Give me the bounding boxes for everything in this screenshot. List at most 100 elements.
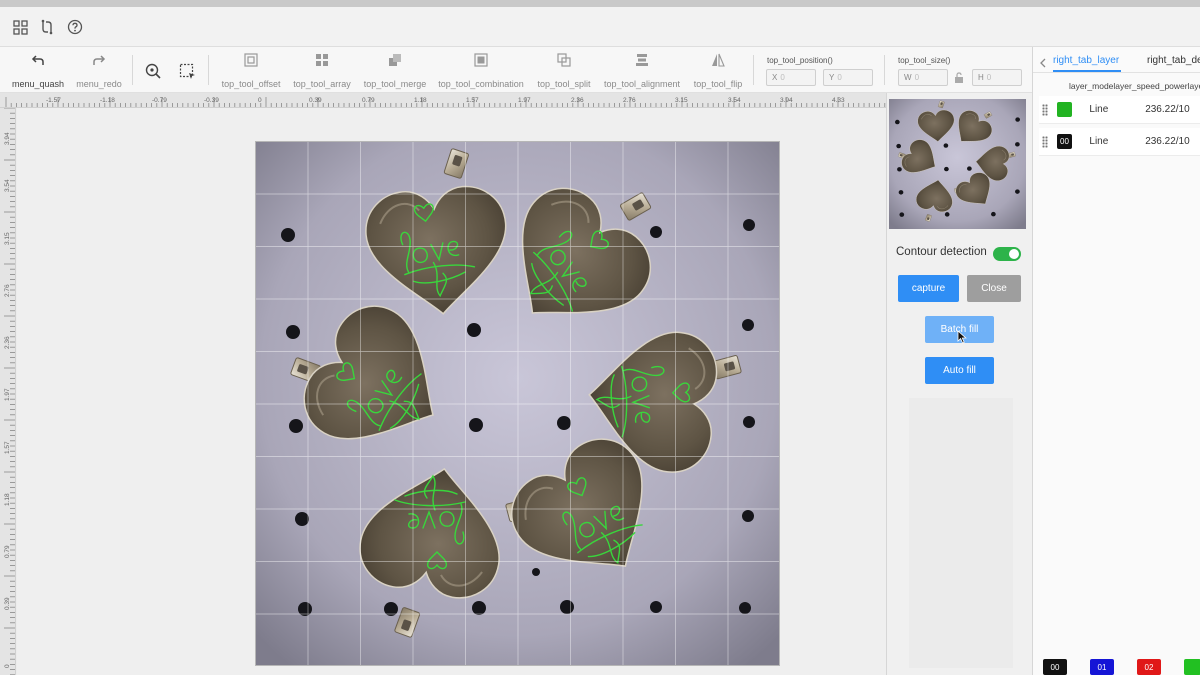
layer-row[interactable]: 00 Line 236.22/10 (1039, 128, 1200, 156)
window-top-strip (0, 0, 1200, 7)
vertical-ruler: 3.94 3.54 3.15 2.76 2.36 1.97 1.57 1.18 … (0, 108, 16, 675)
position-x-label: X (772, 73, 778, 82)
fill-options-area (909, 398, 1013, 668)
position-y-label: Y (829, 73, 835, 82)
chevron-left-icon[interactable] (1040, 55, 1046, 73)
contour-detection-label: Contour detection (896, 246, 987, 258)
layer-row[interactable]: Line 236.22/10 (1039, 96, 1200, 124)
position-y-input[interactable]: Y0 (823, 69, 873, 86)
toolbar-divider (753, 55, 754, 85)
drag-handle-icon[interactable] (1042, 103, 1048, 116)
ruler-tick-label: 0.79 (4, 545, 11, 558)
layer-speed-power: 236.22/10 (1145, 104, 1190, 115)
zoom-icon (145, 63, 161, 79)
size-h-value: 0 (986, 73, 992, 82)
flip-icon (712, 53, 725, 67)
combination-button[interactable]: top_tool_combination (438, 53, 524, 89)
split-button[interactable]: top_tool_split (537, 53, 591, 89)
layer-color-swatch[interactable]: 00 (1056, 134, 1073, 149)
merge-label: top_tool_merge (363, 79, 427, 89)
offset-button[interactable]: top_tool_offset (222, 53, 280, 89)
layer-mode[interactable]: Line (1089, 104, 1145, 115)
layer-mode[interactable]: Line (1089, 136, 1145, 147)
offset-icon (244, 53, 258, 67)
select-area-button[interactable] (178, 53, 196, 89)
camera-capture-image[interactable] (255, 141, 780, 666)
toolbar-divider (208, 55, 209, 85)
right-panel: right_tab_layer right_tab_de layer_model… (1032, 47, 1200, 675)
ruler-tick-label: -1.18 (100, 97, 115, 104)
palette-color-00[interactable]: 00 (1043, 659, 1067, 675)
select-area-icon (179, 63, 195, 79)
auto-fill-button[interactable]: Auto fill (925, 357, 994, 384)
connection-icon[interactable] (38, 18, 56, 36)
camera-panel: Contour detection capture Close Batch fi… (886, 93, 1032, 675)
ruler-tick-label: 1.18 (414, 97, 427, 104)
ruler-tick-label: 3.15 (4, 232, 11, 245)
contour-detection-toggle[interactable] (993, 247, 1021, 261)
ruler-tick-label: 2.36 (4, 336, 11, 349)
undo-icon (31, 55, 44, 65)
size-w-value: 0 (914, 73, 920, 82)
toolbar-divider (132, 55, 133, 85)
ruler-tick-label: 3.54 (4, 179, 11, 192)
combination-icon (474, 53, 488, 67)
quash-button[interactable]: menu_quash (12, 53, 64, 89)
flip-button[interactable]: top_tool_flip (694, 53, 742, 89)
flip-label: top_tool_flip (693, 79, 743, 89)
split-label: top_tool_split (537, 79, 591, 89)
array-icon (316, 54, 328, 66)
layer-color-swatch[interactable] (1056, 102, 1073, 117)
ruler-tick-label: 3.94 (4, 132, 11, 145)
merge-button[interactable]: top_tool_merge (363, 53, 427, 89)
palette-color-03[interactable] (1184, 659, 1200, 675)
alignment-label: top_tool_alignment (603, 79, 681, 89)
drag-handle-icon[interactable] (1042, 135, 1048, 148)
horizontal-ruler-ticks (5, 97, 886, 107)
layer-table-header: layer_modelayer_speed_powerlayer (1069, 81, 1200, 91)
tab-device[interactable]: right_tab_de (1147, 55, 1200, 66)
help-icon[interactable] (66, 18, 84, 36)
size-label: top_tool_size() (898, 56, 951, 65)
ruler-tick-label: 0.39 (4, 597, 11, 610)
alignment-icon (636, 54, 648, 66)
capture-button[interactable]: capture (898, 275, 959, 302)
active-tab-underline (1053, 70, 1121, 72)
array-label: top_tool_array (293, 79, 351, 89)
horizontal-ruler: -1.57 -1.18 -0.79 -0.39 0 0.39 0.79 1.18… (0, 93, 886, 108)
ruler-tick-label: 0 (258, 97, 262, 104)
size-h-label: H (978, 73, 984, 82)
right-panel-tabs: right_tab_layer right_tab_de (1033, 47, 1200, 73)
ruler-tick-label: 1.57 (466, 97, 479, 104)
ruler-tick-label: 2.76 (623, 97, 636, 104)
ruler-tick-label: 4.33 (832, 97, 845, 104)
ruler-tick-label: 3.54 (728, 97, 741, 104)
ruler-tick-label: -0.79 (152, 97, 167, 104)
array-button[interactable]: top_tool_array (293, 53, 351, 89)
grid-menu-icon[interactable] (11, 18, 29, 36)
app-bar (0, 7, 1200, 47)
palette-color-02[interactable]: 02 (1137, 659, 1161, 675)
ruler-tick-label: 1.97 (4, 388, 11, 401)
ruler-tick-label: 2.76 (4, 284, 11, 297)
position-y-value: 0 (837, 73, 842, 82)
zoom-button[interactable] (144, 53, 162, 89)
size-w-input[interactable]: W0 (898, 69, 948, 86)
size-h-input[interactable]: H0 (972, 69, 1022, 86)
tab-layer[interactable]: right_tab_layer (1053, 55, 1119, 66)
split-icon (557, 53, 571, 67)
lock-ratio-icon[interactable] (953, 71, 965, 89)
alignment-button[interactable]: top_tool_alignment (603, 53, 681, 89)
ruler-tick-label: 3.15 (675, 97, 688, 104)
ruler-tick-label: 0.39 (309, 97, 322, 104)
toolbar-divider (884, 55, 885, 85)
ruler-tick-label: 1.57 (4, 441, 11, 454)
ruler-tick-label: 1.97 (518, 97, 531, 104)
merge-icon (389, 54, 401, 66)
ruler-tick-label: 0 (4, 664, 11, 668)
redo-button[interactable]: menu_redo (76, 53, 122, 89)
position-x-input[interactable]: X0 (766, 69, 816, 86)
close-button[interactable]: Close (967, 275, 1021, 302)
palette-color-01[interactable]: 01 (1090, 659, 1114, 675)
ruler-tick-label: 3.94 (780, 97, 793, 104)
